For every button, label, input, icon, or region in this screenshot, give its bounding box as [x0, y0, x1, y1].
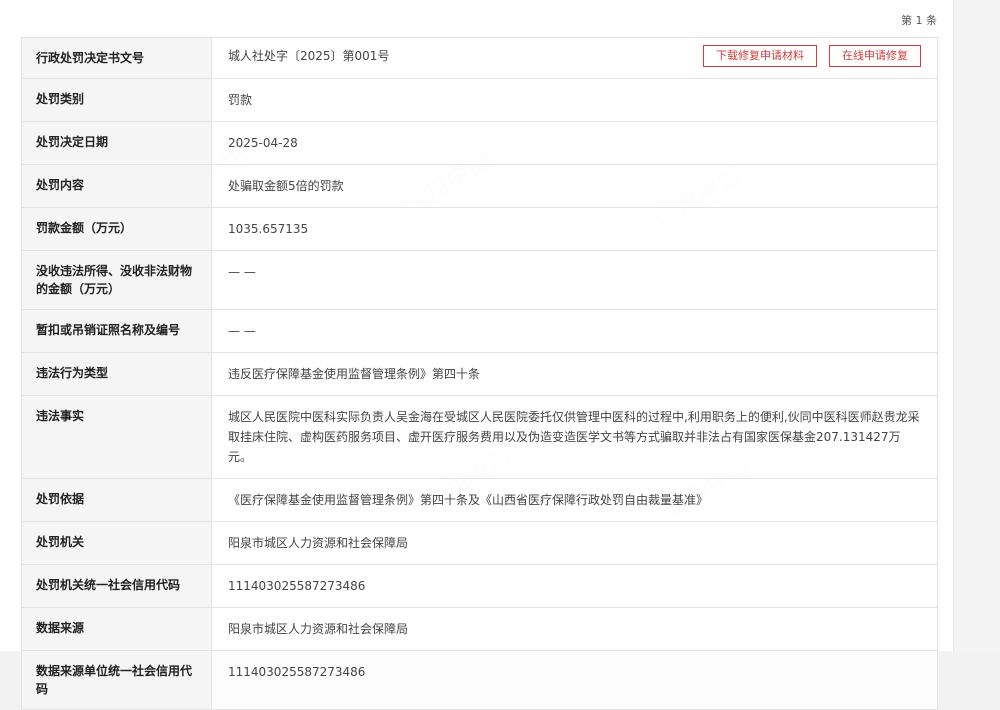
- row-value: 处骗取金额5倍的罚款: [211, 164, 938, 208]
- table-row: 处罚类别 罚款: [21, 78, 938, 122]
- row-key: 行政处罚决定书文号: [21, 37, 212, 79]
- row-value: 违反医疗保障基金使用监督管理条例》第四十条: [211, 352, 938, 396]
- row-value: 罚款: [211, 78, 938, 122]
- table-row: 罚款金额（万元） 1035.657135: [21, 207, 938, 251]
- row-value: 阳泉市城区人力资源和社会保障局: [211, 521, 938, 565]
- row-key: 没收违法所得、没收非法财物的金额（万元）: [21, 250, 212, 310]
- row-key: 处罚机关统一社会信用代码: [21, 564, 212, 608]
- table-row: 处罚机关统一社会信用代码 11140302558727348​6: [21, 564, 938, 608]
- row-key: 违法行为类型: [21, 352, 212, 396]
- row-value: 1035.657135: [211, 207, 938, 251]
- row-value: 11140302558727348​6: [211, 564, 938, 608]
- page-background: 信用中国 信用中国 信用中国 信用中国 信用中国 第 1 条 行政处罚决定书文号…: [0, 0, 953, 710]
- table-row: 数据来源 阳泉市城区人力资源和社会保障局: [21, 607, 938, 651]
- table-row: 没收违法所得、没收非法财物的金额（万元） — —: [21, 250, 938, 310]
- record-count: 第 1 条: [901, 14, 937, 27]
- row-key: 处罚内容: [21, 164, 212, 208]
- row-key: 处罚类别: [21, 78, 212, 122]
- table-row: 违法行为类型 违反医疗保障基金使用监督管理条例》第四十条: [21, 352, 938, 396]
- row-key: 处罚依据: [21, 478, 212, 522]
- row-value-cell: 城人社处字〔2025〕第001号 下载修复申请材料 在线申请修复: [211, 37, 938, 79]
- table-row: 处罚机关 阳泉市城区人力资源和社会保障局: [21, 521, 938, 565]
- row-key: 处罚机关: [21, 521, 212, 565]
- penalty-record-table: 行政处罚决定书文号 城人社处字〔2025〕第001号 下载修复申请材料 在线申请…: [21, 37, 938, 710]
- row-key: 数据来源单位统一社会信用代码: [21, 650, 212, 710]
- table-row: 暂扣或吊销证照名称及编号 — —: [21, 309, 938, 353]
- table-row: 行政处罚决定书文号 城人社处字〔2025〕第001号 下载修复申请材料 在线申请…: [21, 37, 938, 79]
- row-value: 111403025587273486: [211, 650, 938, 710]
- row-value: 阳泉市城区人力资源和社会保障局: [211, 607, 938, 651]
- table-row: 处罚内容 处骗取金额5倍的罚款: [21, 164, 938, 208]
- row-key: 数据来源: [21, 607, 212, 651]
- action-buttons: 下载修复申请材料 在线申请修复: [703, 45, 921, 67]
- online-repair-application-button[interactable]: 在线申请修复: [829, 45, 921, 67]
- download-repair-materials-button[interactable]: 下载修复申请材料: [703, 45, 817, 67]
- scrollbar-track[interactable]: [953, 0, 1000, 651]
- row-value: 2025-04-28: [211, 121, 938, 165]
- row-key: 罚款金额（万元）: [21, 207, 212, 251]
- row-value: — —: [211, 250, 938, 310]
- row-key: 暂扣或吊销证照名称及编号: [21, 309, 212, 353]
- decision-number: 城人社处字〔2025〕第001号: [228, 49, 390, 63]
- table-row: 数据来源单位统一社会信用代码 111403025587273486: [21, 650, 938, 710]
- table-row: 处罚决定日期 2025-04-28: [21, 121, 938, 165]
- row-value: 城区人民医院中医科实际负责人吴金海在受城区人民医院委托仅供管理中医科的过程中,利…: [211, 395, 938, 479]
- row-value: — —: [211, 309, 938, 353]
- row-value: 《医疗保障基金使用监督管理条例》第四十条及《山西省医疗保障行政处罚自由裁量基准》: [211, 478, 938, 522]
- table-row: 处罚依据 《医疗保障基金使用监督管理条例》第四十条及《山西省医疗保障行政处罚自由…: [21, 478, 938, 522]
- row-key: 处罚决定日期: [21, 121, 212, 165]
- table-row: 违法事实 城区人民医院中医科实际负责人吴金海在受城区人民医院委托仅供管理中医科的…: [21, 395, 938, 479]
- row-key: 违法事实: [21, 395, 212, 479]
